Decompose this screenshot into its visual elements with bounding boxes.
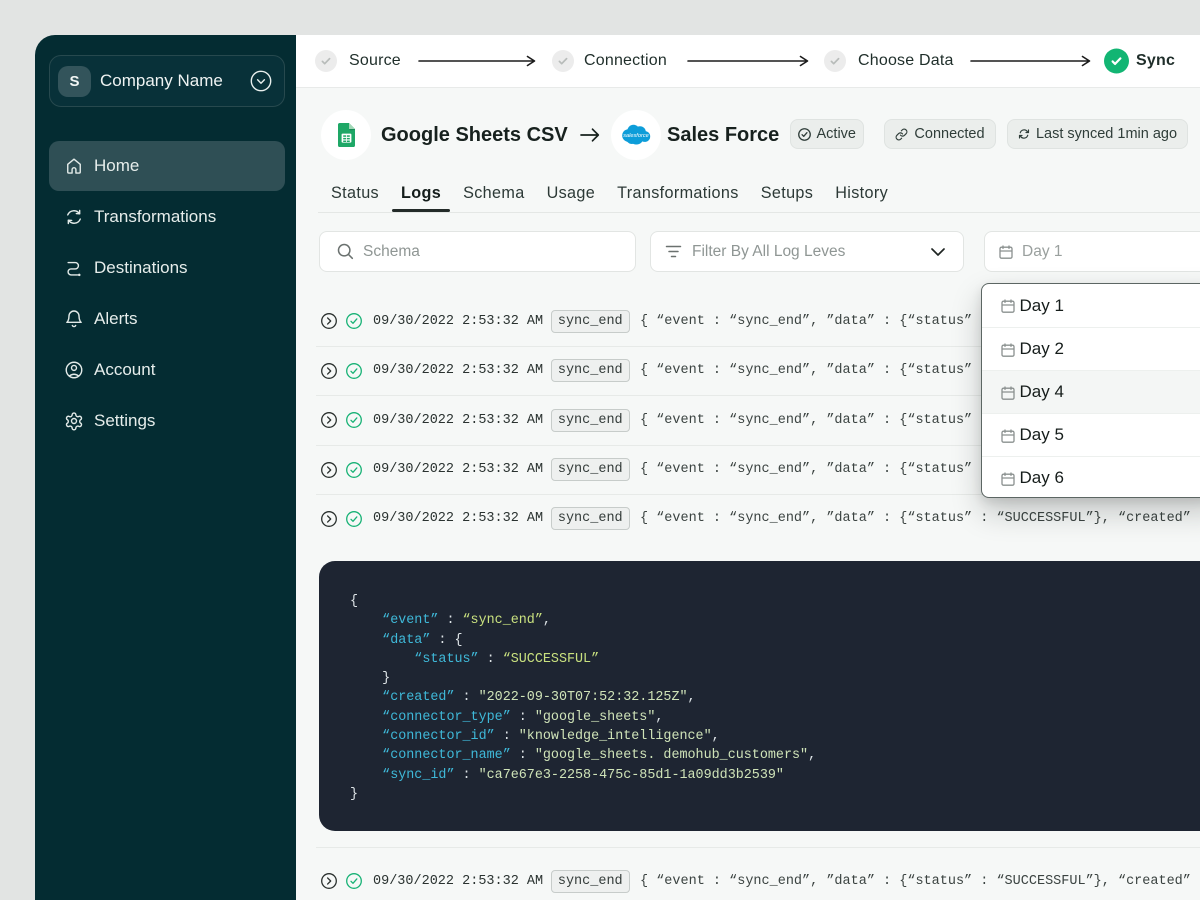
svg-text:salesforce: salesforce xyxy=(623,133,649,139)
